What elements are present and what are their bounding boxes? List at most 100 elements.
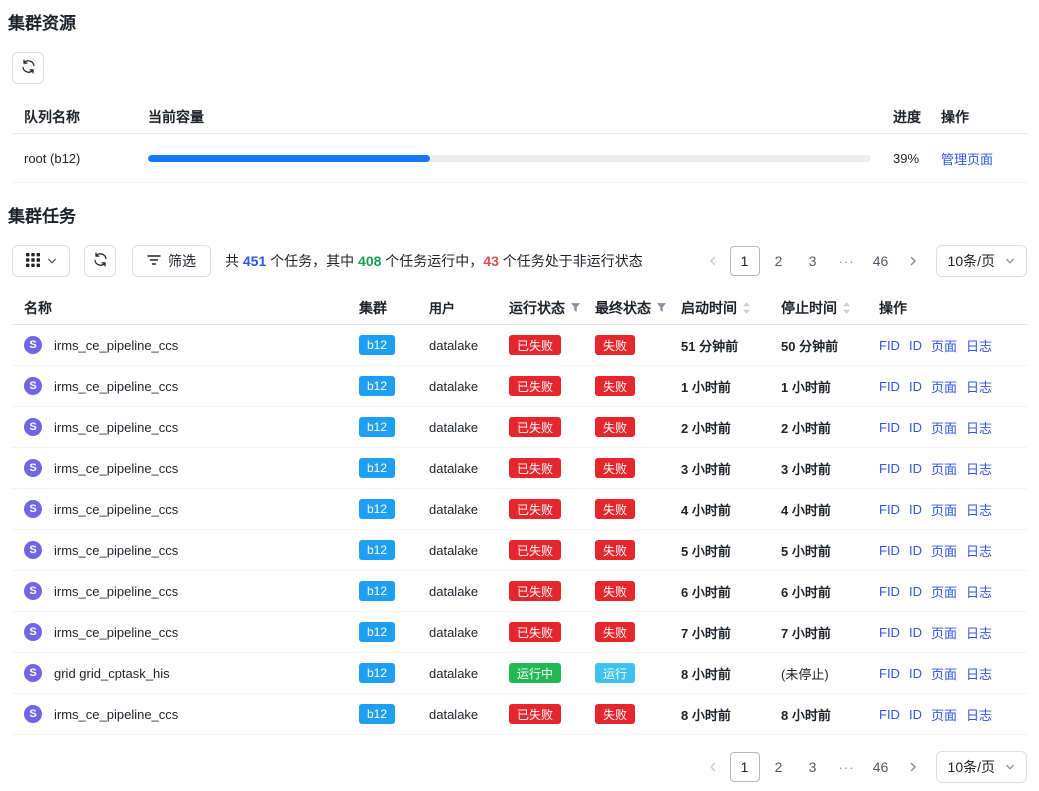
page-size-select[interactable]: 10条/页 [936, 245, 1027, 277]
pagination-page-1[interactable]: 1 [730, 246, 760, 276]
row-actions: FID ID 页面日志 [875, 541, 1027, 560]
action-link-id[interactable]: ID [909, 584, 922, 599]
table-row: S irms_ce_pipeline_ccs b12 datalake 已失败 … [12, 694, 1027, 735]
pagination-next[interactable] [900, 754, 926, 780]
summary-count: 451 [243, 253, 266, 269]
action-link-page[interactable]: 页面 [931, 623, 957, 642]
action-link-id[interactable]: ID [909, 420, 922, 435]
final-status-cell: 失败 [591, 376, 677, 396]
sort-icon[interactable] [842, 301, 851, 315]
action-link-fid[interactable]: FID [879, 584, 900, 599]
start-time: 51 分钟前 [677, 336, 777, 355]
chevron-down-icon [1005, 759, 1015, 775]
action-link-log[interactable]: 日志 [966, 500, 992, 519]
resources-refresh-button[interactable] [12, 52, 44, 84]
pagination-ellipsis[interactable]: ··· [832, 752, 862, 782]
pagination-page-46[interactable]: 46 [866, 752, 896, 782]
action-link-page[interactable]: 页面 [931, 377, 957, 396]
avatar: S [24, 459, 42, 477]
action-link-fid[interactable]: FID [879, 707, 900, 722]
row-actions: FID ID 页面日志 [875, 418, 1027, 437]
filter-icon[interactable] [570, 302, 581, 313]
final-status-cell: 失败 [591, 335, 677, 355]
action-link-log[interactable]: 日志 [966, 582, 992, 601]
action-link-log[interactable]: 日志 [966, 336, 992, 355]
pagination-prev[interactable] [700, 754, 726, 780]
cluster-cell: b12 [355, 335, 425, 355]
action-link-log[interactable]: 日志 [966, 705, 992, 724]
action-link-id[interactable]: ID [909, 543, 922, 558]
action-link-page[interactable]: 页面 [931, 664, 957, 683]
action-link-id[interactable]: ID [909, 707, 922, 722]
table-row: S grid grid_cptask_his b12 datalake 运行中 … [12, 653, 1027, 694]
action-link-fid[interactable]: FID [879, 338, 900, 353]
action-link-page[interactable]: 页面 [931, 459, 957, 478]
task-name: grid grid_cptask_his [54, 666, 170, 681]
action-link-fid[interactable]: FID [879, 379, 900, 394]
start-time: 5 小时前 [677, 541, 777, 560]
refresh-icon [93, 252, 108, 270]
resource-row: root (b12) 39% 管理页面 [12, 134, 1027, 183]
filter-button[interactable]: 筛选 [132, 245, 211, 277]
resources-table: 队列名称 当前容量 进度 操作 root (b12) 39% 管理页面 [12, 100, 1027, 183]
run-status-badge: 已失败 [509, 499, 561, 519]
action-link-fid[interactable]: FID [879, 461, 900, 476]
page-size-value: 10条/页 [948, 757, 995, 777]
row-actions: FID ID 页面日志 [875, 623, 1027, 642]
start-time: 1 小时前 [677, 377, 777, 396]
action-link-fid[interactable]: FID [879, 543, 900, 558]
pagination-page-46[interactable]: 46 [866, 246, 896, 276]
pagination-next[interactable] [900, 248, 926, 274]
run-status-badge: 已失败 [509, 458, 561, 478]
action-link-page[interactable]: 页面 [931, 336, 957, 355]
action-link-id[interactable]: ID [909, 461, 922, 476]
resources-table-body: root (b12) 39% 管理页面 [12, 134, 1027, 183]
action-link-fid[interactable]: FID [879, 502, 900, 517]
stop-time: (未停止) [777, 664, 875, 683]
sort-icon[interactable] [742, 301, 751, 315]
pagination-page-2[interactable]: 2 [764, 752, 794, 782]
action-link-id[interactable]: ID [909, 502, 922, 517]
action-link-id[interactable]: ID [909, 379, 922, 394]
action-link-log[interactable]: 日志 [966, 459, 992, 478]
cluster-cell: b12 [355, 499, 425, 519]
col-header-run-status: 运行状态 [505, 298, 591, 318]
action-link-page[interactable]: 页面 [931, 582, 957, 601]
name-cell: S irms_ce_pipeline_ccs [12, 705, 355, 723]
pagination-page-1[interactable]: 1 [730, 752, 760, 782]
action-link-fid[interactable]: FID [879, 420, 900, 435]
table-row: S irms_ce_pipeline_ccs b12 datalake 已失败 … [12, 489, 1027, 530]
final-status-cell: 运行 [591, 663, 677, 683]
action-link-log[interactable]: 日志 [966, 664, 992, 683]
action-link-page[interactable]: 页面 [931, 418, 957, 437]
pagination-page-3[interactable]: 3 [798, 752, 828, 782]
filter-icon[interactable] [656, 302, 667, 313]
action-link-id[interactable]: ID [909, 338, 922, 353]
col-header-label: 停止时间 [781, 298, 837, 318]
action-link-page[interactable]: 页面 [931, 541, 957, 560]
action-link-page[interactable]: 页面 [931, 500, 957, 519]
action-link-fid[interactable]: FID [879, 625, 900, 640]
action-link-log[interactable]: 日志 [966, 541, 992, 560]
action-link-log[interactable]: 日志 [966, 623, 992, 642]
action-link-fid[interactable]: FID [879, 666, 900, 681]
manage-page-link[interactable]: 管理页面 [941, 152, 993, 167]
row-actions: FID ID 页面日志 [875, 336, 1027, 355]
final-status-badge: 失败 [595, 376, 635, 396]
action-link-page[interactable]: 页面 [931, 705, 957, 724]
col-header-actions: 操作 [875, 298, 1027, 318]
action-link-id[interactable]: ID [909, 666, 922, 681]
tasks-refresh-button[interactable] [84, 245, 116, 277]
pagination-prev[interactable] [700, 248, 726, 274]
row-actions: FID ID 页面日志 [875, 500, 1027, 519]
pagination-page-3[interactable]: 3 [798, 246, 828, 276]
col-header-label: 最终状态 [595, 298, 651, 318]
action-link-log[interactable]: 日志 [966, 418, 992, 437]
action-link-log[interactable]: 日志 [966, 377, 992, 396]
pagination-ellipsis[interactable]: ··· [832, 246, 862, 276]
column-settings-button[interactable] [12, 245, 70, 277]
pagination-page-2[interactable]: 2 [764, 246, 794, 276]
page-size-select-bottom[interactable]: 10条/页 [936, 751, 1027, 783]
action-link-id[interactable]: ID [909, 625, 922, 640]
progress-bar [148, 155, 871, 162]
